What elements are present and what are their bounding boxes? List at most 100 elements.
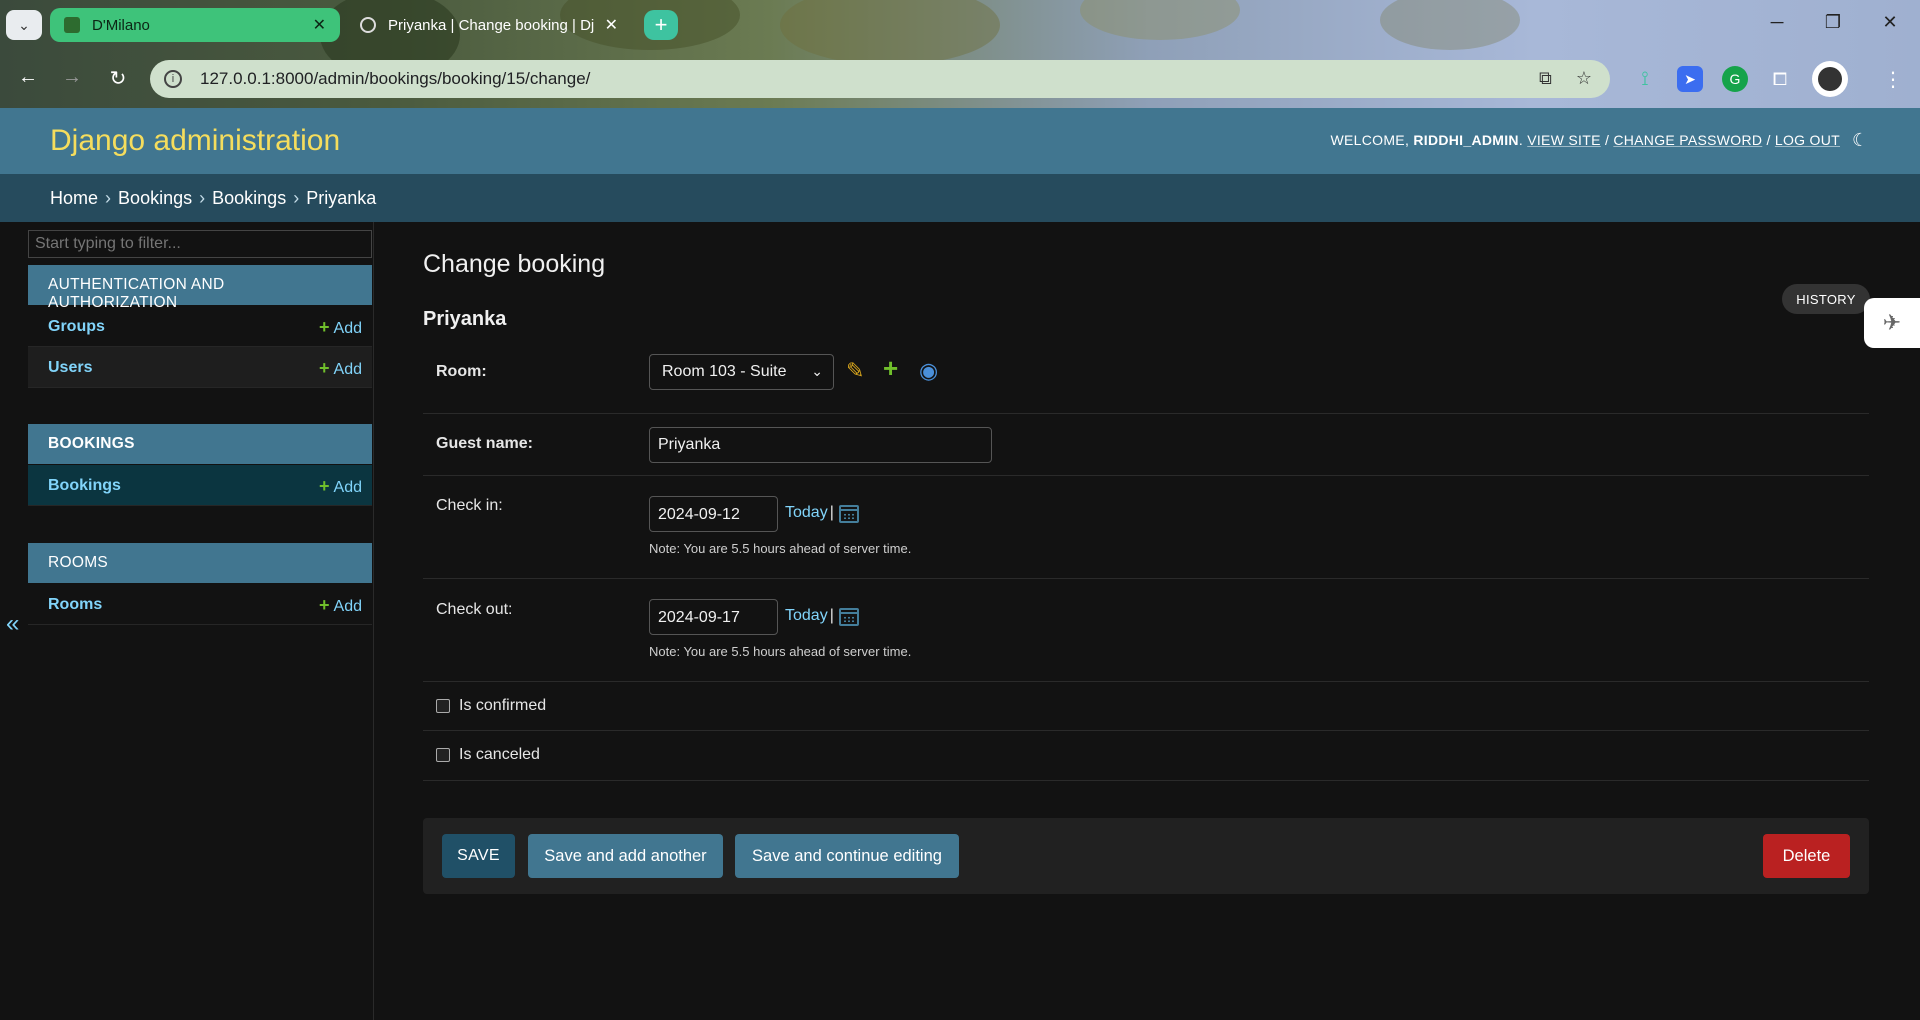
- change-password-link[interactable]: CHANGE PASSWORD: [1613, 132, 1762, 148]
- plus-icon: +: [319, 317, 330, 337]
- plus-icon: +: [319, 358, 330, 378]
- check-out-date-input[interactable]: 2024-09-17: [649, 599, 778, 635]
- sidebar-item-rooms[interactable]: Rooms + Add: [28, 584, 372, 625]
- bookmark-star-icon[interactable]: ☆: [1576, 68, 1592, 89]
- is-canceled-label[interactable]: Is canceled: [459, 746, 540, 764]
- sidebar-item-groups[interactable]: Groups + Add: [28, 306, 372, 347]
- room-select-value: Room 103 - Suite: [662, 363, 787, 380]
- sidebar-item-label[interactable]: Groups: [48, 318, 105, 335]
- is-confirmed-label[interactable]: Is confirmed: [459, 697, 546, 715]
- site-info-icon[interactable]: i: [164, 70, 182, 88]
- check-in-label: Check in:: [436, 497, 503, 514]
- add-rooms-link[interactable]: + Add: [319, 595, 362, 616]
- username: RIDDHI_ADMIN: [1413, 132, 1519, 148]
- reload-icon[interactable]: ↻: [104, 66, 132, 91]
- separator: /: [1604, 132, 1610, 148]
- restore-icon[interactable]: ❐: [1818, 12, 1848, 33]
- form-row-guest-name: Guest name: Priyanka: [423, 414, 1869, 476]
- close-window-icon[interactable]: ✕: [1875, 12, 1905, 33]
- module-caption-rooms[interactable]: ROOMS: [28, 543, 372, 583]
- page-title: Change booking: [423, 250, 606, 278]
- form-row-room: Room: Room 103 - Suite ⌄ ✎ + ◉: [423, 338, 1869, 414]
- extensions-puzzle-icon[interactable]: ⧠: [1767, 66, 1793, 92]
- sidebar-item-label[interactable]: Rooms: [48, 596, 102, 613]
- extension-icon[interactable]: ⟟: [1632, 66, 1658, 92]
- tab-search-button[interactable]: ⌄: [6, 10, 42, 40]
- add-users-link[interactable]: + Add: [319, 358, 362, 379]
- room-select[interactable]: Room 103 - Suite ⌄: [649, 354, 834, 390]
- globe-icon: [360, 17, 376, 33]
- is-confirmed-checkbox[interactable]: [436, 699, 450, 713]
- browser-tab-dmilano[interactable]: D'Milano ✕: [50, 8, 340, 42]
- browser-chrome: ⌄ D'Milano ✕ Priyanka | Change booking |…: [0, 0, 1920, 108]
- close-tab-icon[interactable]: ✕: [605, 15, 618, 35]
- breadcrumb-separator: ›: [293, 188, 300, 208]
- log-out-link[interactable]: LOG OUT: [1775, 132, 1840, 148]
- form-row-is-canceled: Is canceled: [423, 731, 1869, 781]
- form-row-is-confirmed: Is confirmed: [423, 682, 1869, 731]
- plus-icon: +: [319, 476, 330, 496]
- sidebar-item-bookings[interactable]: Bookings + Add: [28, 465, 372, 506]
- new-tab-button[interactable]: +: [644, 10, 678, 40]
- sidebar-item-label[interactable]: Users: [48, 359, 92, 376]
- close-tab-icon[interactable]: ✕: [313, 15, 326, 35]
- guest-name-input[interactable]: Priyanka: [649, 427, 992, 463]
- address-bar[interactable]: i 127.0.0.1:8000/admin/bookings/booking/…: [150, 60, 1610, 98]
- guest-name-label: Guest name:: [436, 435, 533, 452]
- calendar-icon[interactable]: [839, 608, 859, 626]
- extension-icon[interactable]: ➤: [1677, 66, 1703, 92]
- back-icon[interactable]: ←: [14, 66, 42, 89]
- favicon-icon: [64, 17, 80, 33]
- sidebar-item-users[interactable]: Users + Add: [28, 347, 372, 388]
- save-button[interactable]: SAVE: [442, 834, 515, 878]
- theme-toggle-moon-icon[interactable]: ☾: [1852, 130, 1874, 152]
- tab-title: Priyanka | Change booking | Dj: [388, 16, 595, 34]
- add-groups-link[interactable]: + Add: [319, 317, 362, 338]
- module-caption-bookings[interactable]: BOOKINGS: [28, 424, 372, 464]
- today-link[interactable]: Today: [785, 607, 828, 624]
- save-and-continue-button[interactable]: Save and continue editing: [735, 834, 959, 878]
- add-label: Add: [333, 320, 362, 337]
- edit-pencil-icon[interactable]: ✎: [846, 358, 864, 384]
- check-in-date-input[interactable]: 2024-09-12: [649, 496, 778, 532]
- history-button[interactable]: HISTORY: [1782, 284, 1870, 314]
- view-eye-icon[interactable]: ◉: [919, 358, 938, 384]
- sidebar-item-label[interactable]: Bookings: [48, 477, 121, 494]
- welcome-text: WELCOME,: [1330, 132, 1410, 148]
- calendar-icon[interactable]: [839, 505, 859, 523]
- breadcrumb-current: Priyanka: [306, 188, 377, 208]
- translate-icon[interactable]: ⧉: [1539, 68, 1552, 89]
- check-out-label: Check out:: [436, 601, 513, 618]
- minimize-icon[interactable]: ─: [1762, 12, 1792, 33]
- user-tools: WELCOME, RIDDHI_ADMIN. VIEW SITE / CHANG…: [1330, 132, 1840, 148]
- add-bookings-link[interactable]: + Add: [319, 476, 362, 497]
- today-link[interactable]: Today: [785, 504, 828, 521]
- admin-header: Django administration WELCOME, RIDDHI_AD…: [0, 108, 1920, 174]
- breadcrumb-separator: ›: [199, 188, 206, 208]
- browser-menu-icon[interactable]: ⋮: [1880, 66, 1906, 92]
- floating-widget-icon[interactable]: ✈: [1864, 298, 1920, 348]
- forward-icon[interactable]: →: [58, 66, 86, 89]
- breadcrumb-separator: ›: [105, 188, 112, 208]
- breadcrumb-model[interactable]: Bookings: [212, 188, 286, 208]
- form-row-check-out: Check out: 2024-09-17 Today | Note: You a…: [423, 579, 1869, 682]
- timezone-note: Note: You are 5.5 hours ahead of server …: [649, 541, 912, 556]
- room-label: Room:: [436, 363, 487, 380]
- breadcrumb-app[interactable]: Bookings: [118, 188, 192, 208]
- profile-avatar[interactable]: [1812, 61, 1848, 97]
- add-related-plus-icon[interactable]: +: [883, 353, 898, 384]
- form-row-check-in: Check in: 2024-09-12 Today | Note: You ar…: [423, 476, 1869, 579]
- view-site-link[interactable]: VIEW SITE: [1527, 132, 1601, 148]
- breadcrumb: Home › Bookings › Bookings › Priyanka: [0, 174, 1920, 222]
- save-and-add-another-button[interactable]: Save and add another: [528, 834, 723, 878]
- is-canceled-checkbox[interactable]: [436, 748, 450, 762]
- browser-tab-change-booking[interactable]: Priyanka | Change booking | Dj ✕: [346, 8, 632, 42]
- module-caption-auth[interactable]: AUTHENTICATION AND AUTHORIZATION: [28, 265, 372, 311]
- site-name[interactable]: Django administration: [50, 124, 340, 158]
- breadcrumb-home[interactable]: Home: [50, 188, 98, 208]
- delete-button[interactable]: Delete: [1763, 834, 1850, 878]
- toggle-sidebar-button[interactable]: «: [6, 610, 19, 638]
- plus-icon: +: [319, 595, 330, 615]
- nav-filter-input[interactable]: [28, 230, 372, 258]
- grammarly-icon[interactable]: G: [1722, 66, 1748, 92]
